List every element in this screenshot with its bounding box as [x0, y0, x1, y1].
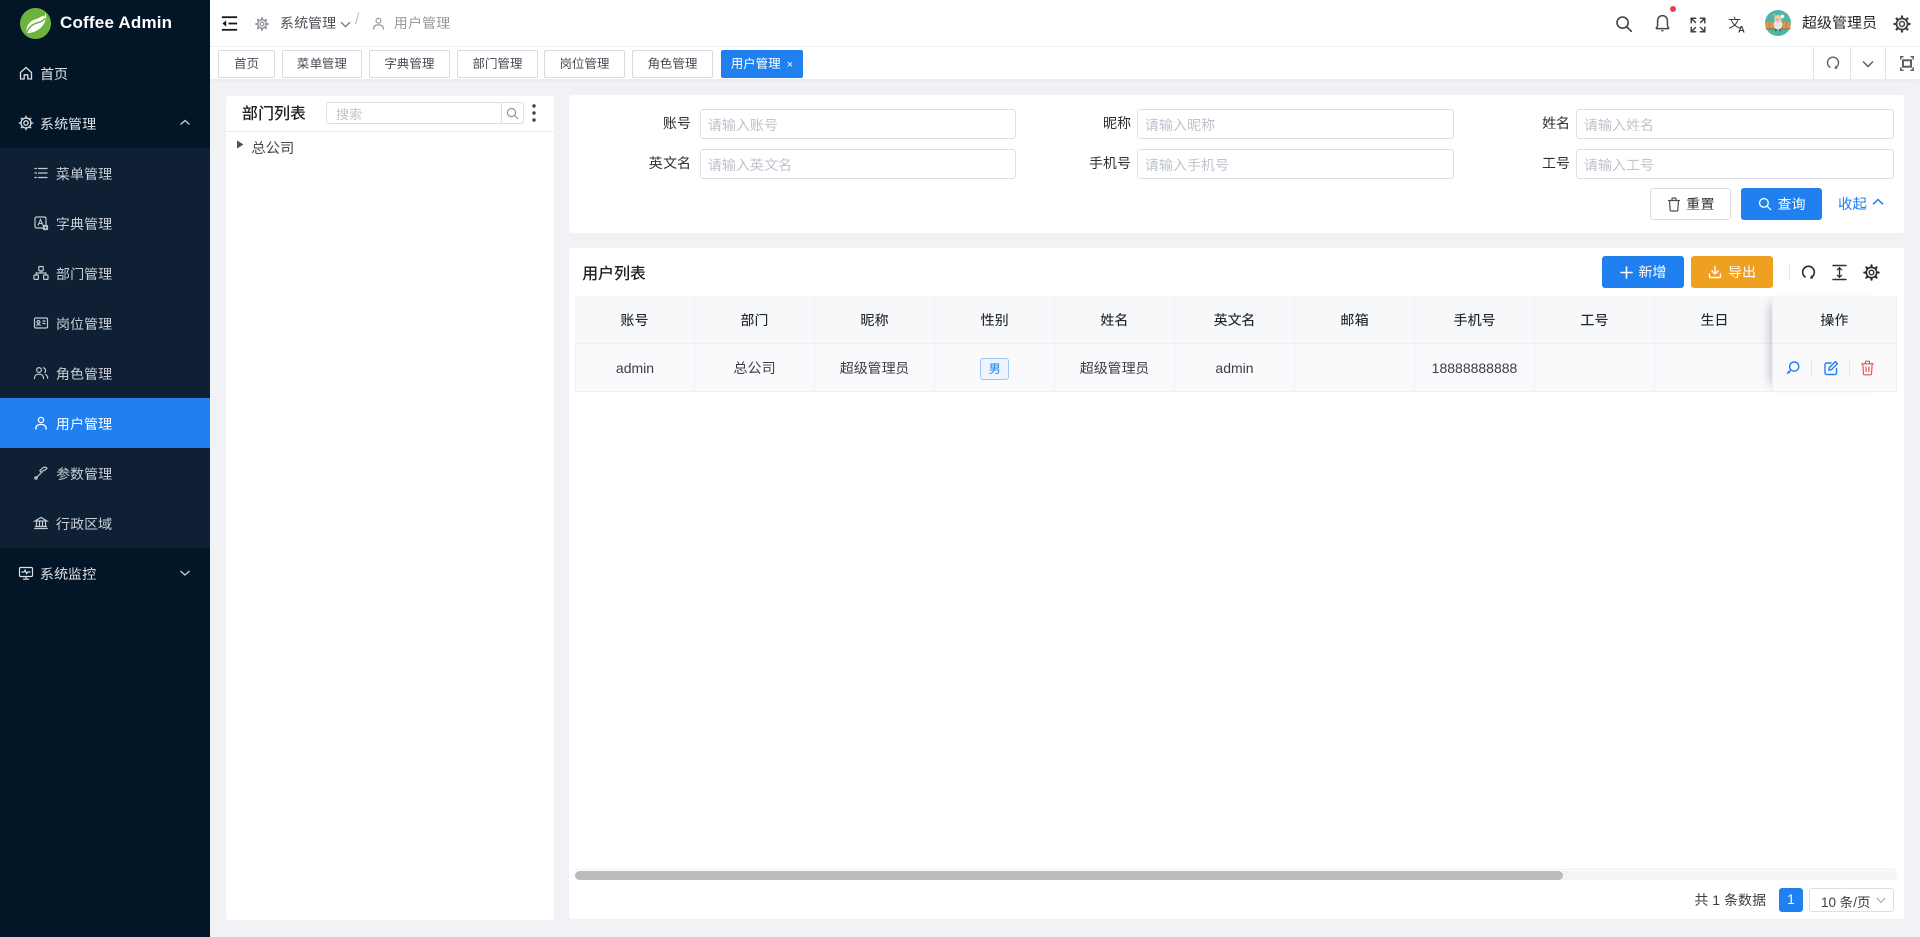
svg-text:A: A: [1738, 25, 1745, 34]
